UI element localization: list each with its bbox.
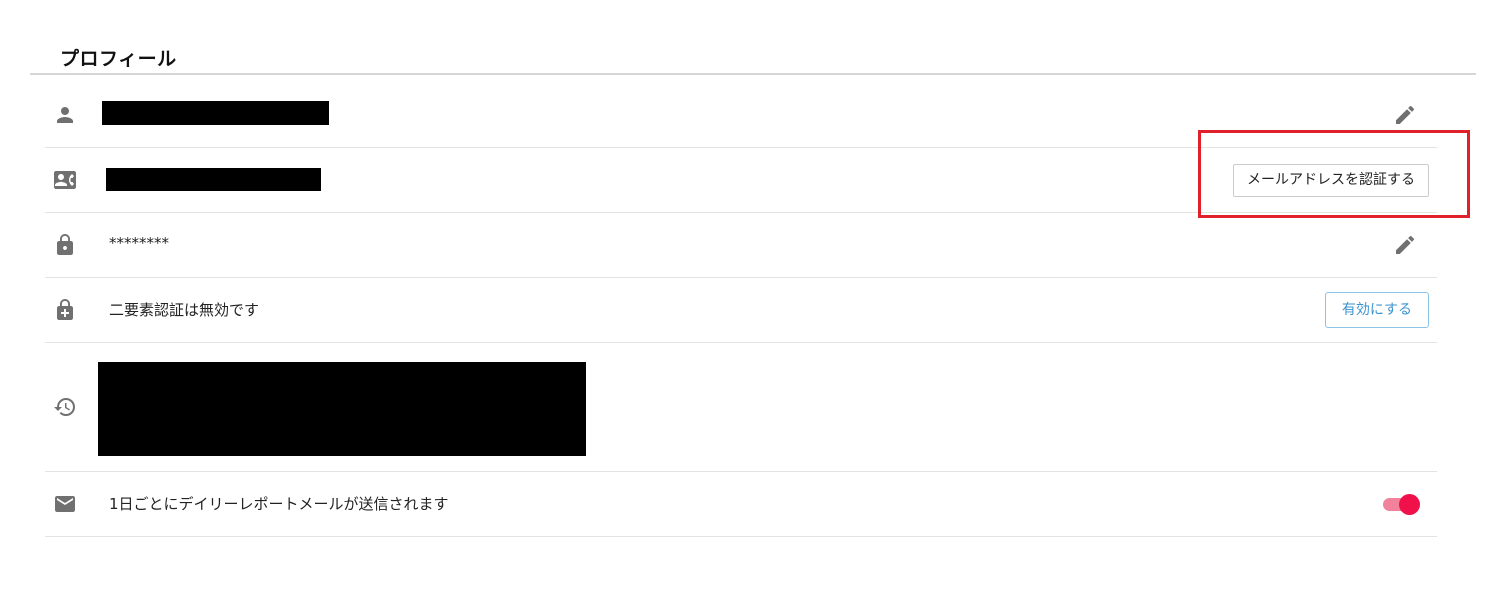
pencil-icon	[1396, 105, 1415, 124]
contact-mail-icon	[54, 171, 76, 189]
daily-report-toggle[interactable]	[1383, 494, 1421, 515]
person-icon	[57, 107, 73, 123]
history-redacted	[98, 362, 586, 456]
lock-icon	[57, 234, 73, 255]
email-redacted	[106, 168, 321, 191]
edit-name-button[interactable]	[1393, 103, 1417, 127]
daily-report-text: 1日ごとにデイリーレポートメールが送信されます	[109, 495, 449, 513]
profile-row-two-factor: 二要素認証は無効です 有効にする	[45, 278, 1437, 343]
toggle-thumb	[1399, 494, 1420, 515]
profile-row-password: ********	[45, 213, 1437, 278]
highlight-annotation-box	[1198, 130, 1470, 218]
edit-password-button[interactable]	[1393, 233, 1417, 257]
mail-icon	[55, 496, 75, 512]
name-redacted	[102, 101, 329, 125]
profile-row-daily-report: 1日ごとにデイリーレポートメールが送信されます	[45, 472, 1437, 537]
enable-two-factor-button[interactable]: 有効にする	[1325, 292, 1429, 328]
history-icon	[54, 398, 75, 416]
section-title: プロフィール	[60, 48, 177, 70]
profile-row-history	[45, 343, 1437, 472]
two-factor-status: 二要素認証は無効です	[109, 301, 260, 319]
lock-plus-icon	[57, 299, 73, 320]
password-value: ********	[109, 234, 169, 252]
pencil-icon	[1396, 235, 1415, 254]
